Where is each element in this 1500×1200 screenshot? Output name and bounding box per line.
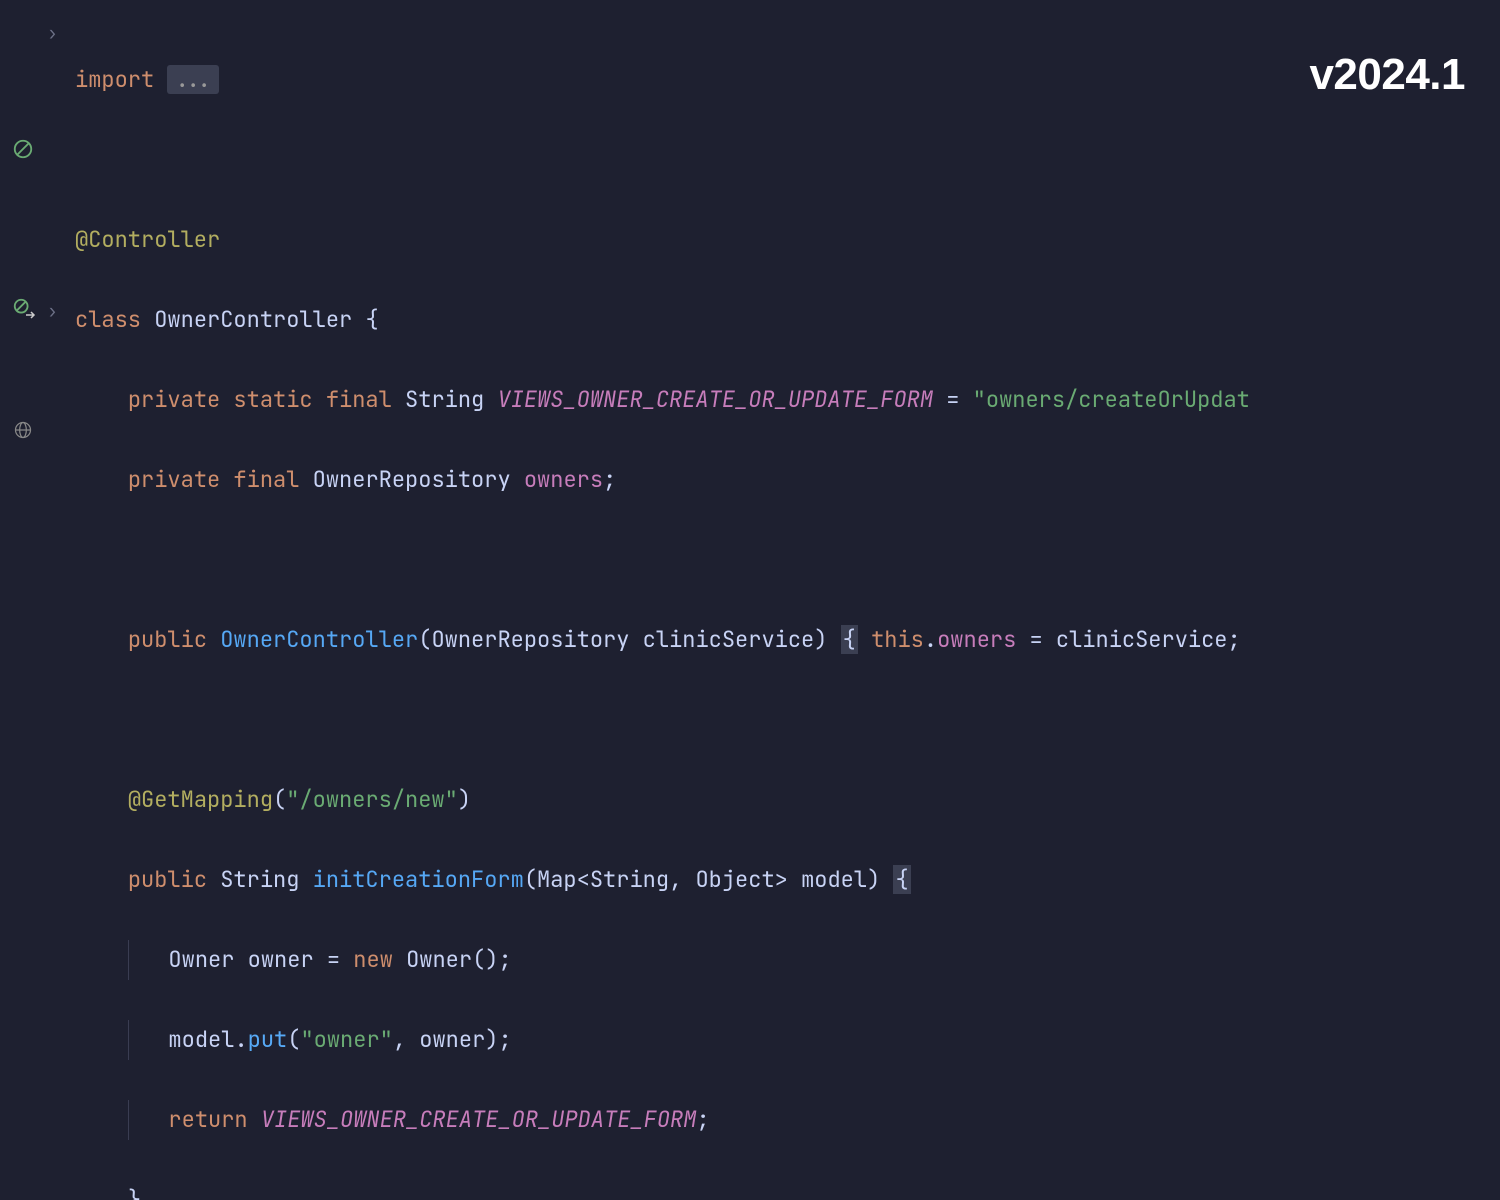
class-name: OwnerController (154, 305, 352, 334)
type: Owner (406, 945, 472, 974)
code-line[interactable]: private static final String VIEWS_OWNER_… (75, 380, 1500, 420)
code-line[interactable]: import ... (75, 60, 1500, 100)
prohibit-arrow-icon[interactable] (12, 297, 34, 319)
code-line[interactable] (75, 140, 1500, 180)
globe-icon[interactable] (12, 419, 34, 441)
code-line[interactable]: public String initCreationForm(Map<Strin… (75, 860, 1500, 900)
brace-highlighted: { (841, 625, 858, 654)
constant: VIEWS_OWNER_CREATE_OR_UPDATE_FORM (261, 1105, 697, 1134)
field: owners (524, 465, 603, 494)
chevron-right-icon[interactable]: › (47, 296, 58, 329)
code-line[interactable]: private final OwnerRepository owners; (75, 460, 1500, 500)
code-line[interactable]: model.put("owner", owner); (75, 1020, 1500, 1060)
code-line[interactable]: public OwnerController(OwnerRepository c… (75, 620, 1500, 660)
brace: } (128, 1185, 141, 1200)
field: owners (937, 625, 1016, 654)
keyword-this: this (871, 625, 924, 654)
code-line[interactable]: Owner owner = new Owner(); (75, 940, 1500, 980)
keyword: private (128, 385, 220, 414)
keyword: final (233, 465, 299, 494)
keyword: static (233, 385, 312, 414)
keyword-return: return (168, 1105, 247, 1134)
variable: model (168, 1025, 234, 1054)
brace: { (365, 305, 378, 334)
parameter: model (801, 865, 867, 894)
type: Map (537, 865, 577, 894)
type: OwnerRepository (313, 465, 511, 494)
type: Object (695, 865, 774, 894)
keyword-import: import (75, 65, 154, 94)
parameter: clinicService (1056, 625, 1228, 654)
code-line[interactable]: @Controller (75, 220, 1500, 260)
chevron-right-icon[interactable]: › (47, 18, 58, 51)
type: String (590, 865, 669, 894)
editor-gutter[interactable]: › › (0, 0, 70, 600)
method-name: initCreationForm (313, 865, 524, 894)
constant: VIEWS_OWNER_CREATE_OR_UPDATE_FORM (497, 385, 933, 414)
code-line[interactable]: return VIEWS_OWNER_CREATE_OR_UPDATE_FORM… (75, 1100, 1500, 1140)
code-line[interactable]: } (75, 1180, 1500, 1200)
version-badge: v2024.1 (1309, 35, 1465, 115)
variable: owner (419, 1025, 485, 1054)
keyword-class: class (75, 305, 141, 334)
type: OwnerRepository (431, 625, 629, 654)
keyword-new: new (353, 945, 393, 974)
keyword: public (128, 625, 207, 654)
folded-region[interactable]: ... (167, 65, 219, 94)
string-literal: "owners/createOrUpdat (973, 385, 1250, 414)
annotation: @GetMapping (128, 785, 273, 814)
keyword: private (128, 465, 220, 494)
type: String (405, 385, 484, 414)
code-line[interactable]: class OwnerController { (75, 300, 1500, 340)
code-line[interactable] (75, 700, 1500, 740)
type: String (220, 865, 299, 894)
keyword: public (128, 865, 207, 894)
code-line[interactable] (75, 540, 1500, 580)
string-literal: "/owners/new" (286, 785, 458, 814)
method-call: put (248, 1025, 288, 1054)
type: Owner (168, 945, 234, 974)
brace-highlighted: { (893, 865, 910, 894)
annotation: @Controller (75, 225, 220, 254)
prohibit-icon[interactable] (12, 138, 34, 160)
code-editor[interactable]: import ... @Controller class OwnerContro… (75, 0, 1500, 1200)
variable: owner (248, 945, 314, 974)
keyword: final (326, 385, 392, 414)
constructor-name: OwnerController (220, 625, 418, 654)
string-literal: "owner" (300, 1025, 392, 1054)
code-line[interactable]: @GetMapping("/owners/new") (75, 780, 1500, 820)
parameter: clinicService (643, 625, 815, 654)
